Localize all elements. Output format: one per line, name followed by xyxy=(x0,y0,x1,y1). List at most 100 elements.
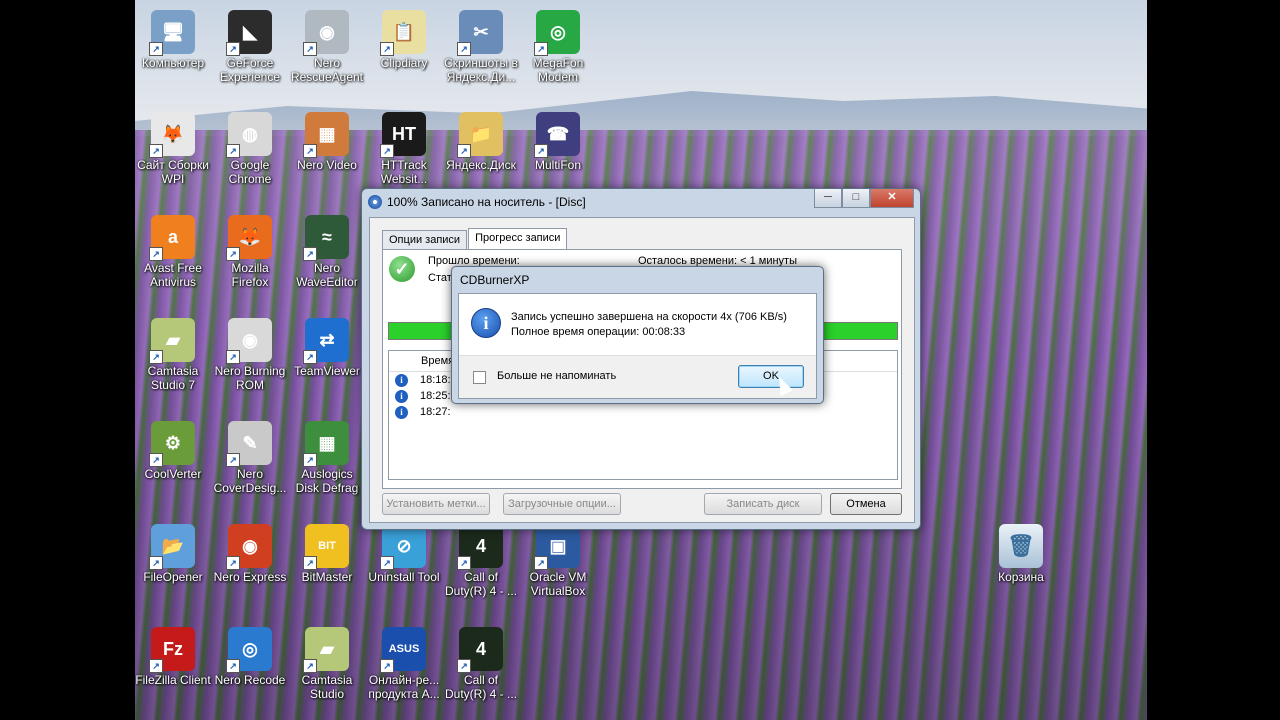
completion-dialog[interactable]: CDBurnerXP i Запись успешно завершена на… xyxy=(451,266,824,404)
geforce-icon: ◣ ↗ xyxy=(226,10,272,56)
desktop-shortcut[interactable]: ⚙ ↗ CoolVerter xyxy=(135,415,211,481)
shortcut-label: HTTrack Websit... xyxy=(380,158,428,186)
shortcut-label: FileZilla Client xyxy=(135,673,211,687)
desktop-shortcut[interactable]: ◣ ↗ GeForce Experience xyxy=(212,4,288,84)
shortcut-arrow-icon: ↗ xyxy=(226,453,240,467)
desktop-shortcut[interactable]: 4 ↗ Call of Duty(R) 4 - ... xyxy=(443,518,519,598)
shortcut-label: Call of Duty(R) 4 - ... xyxy=(444,570,517,598)
desktop-shortcut[interactable]: ASUS ↗ Онлайн-ре... продукта A... xyxy=(366,621,442,701)
shortcut-arrow-icon: ↗ xyxy=(226,350,240,364)
minimize-button[interactable]: ─ xyxy=(814,189,842,208)
dont-remind-checkbox[interactable] xyxy=(473,371,486,384)
desktop-shortcut[interactable]: 📂 ↗ FileOpener xyxy=(135,518,211,584)
desktop-shortcut[interactable]: a ↗ Avast Free Antivirus xyxy=(135,209,211,289)
desktop-shortcut[interactable]: ▰ ↗ Camtasia Studio 7 xyxy=(135,312,211,392)
desktop-shortcut[interactable]: 4 ↗ Call of Duty(R) 4 - ... xyxy=(443,621,519,701)
set-labels-button[interactable]: Установить метки... xyxy=(382,493,490,515)
shortcut-label: CoolVerter xyxy=(144,467,202,481)
shortcut-label: MegaFon Modem xyxy=(532,56,584,84)
desktop-shortcut[interactable]: ☎ ↗ MultiFon xyxy=(520,106,596,172)
desktop-shortcut[interactable]: BIT ↗ BitMaster xyxy=(289,518,365,584)
shortcut-arrow-icon: ↗ xyxy=(149,453,163,467)
desktop-shortcut[interactable]: 🦊 ↗ Mozilla Firefox xyxy=(212,209,288,289)
coolverter-icon: ⚙ ↗ xyxy=(149,421,195,467)
desktop-shortcut[interactable]: ✂ ↗ Скриншоты в Яндекс.Ди... xyxy=(443,4,519,84)
dont-remind-label[interactable]: Больше не напоминать xyxy=(497,370,616,382)
shortcut-label: Сайт Сборки WPI xyxy=(137,158,209,186)
desktop-shortcut[interactable]: ◎ ↗ Nero Recode xyxy=(212,621,288,687)
status-label: Стат xyxy=(428,272,452,284)
shortcut-arrow-icon: ↗ xyxy=(149,144,163,158)
desktop-shortcut[interactable]: ◉ ↗ Nero RescueAgent xyxy=(289,4,365,84)
shortcut-arrow-icon: ↗ xyxy=(226,144,240,158)
bitmaster-icon: BIT ↗ xyxy=(303,524,349,570)
shortcut-label: Camtasia Studio 7 xyxy=(147,364,199,392)
recycle-bin-icon: 🗑 xyxy=(999,524,1043,568)
shortcut-arrow-icon: ↗ xyxy=(303,144,317,158)
desktop-shortcut[interactable]: 🦊 ↗ Сайт Сборки WPI xyxy=(135,106,211,186)
desktop-shortcut[interactable]: ▦ ↗ Nero Video xyxy=(289,106,365,172)
window-title: 100% Записано на носитель - [Disc] xyxy=(387,195,586,209)
close-button[interactable]: ✕ xyxy=(870,189,914,208)
shortcut-arrow-icon: ↗ xyxy=(303,247,317,261)
camtasia-icon: ▰ ↗ xyxy=(149,318,195,364)
shortcut-arrow-icon: ↗ xyxy=(149,556,163,570)
shortcut-label: Nero Burning ROM xyxy=(214,364,286,392)
shortcut-label: MultiFon xyxy=(534,158,581,172)
shortcut-arrow-icon: ↗ xyxy=(226,659,240,673)
desktop-shortcut[interactable]: ≈ ↗ Nero WaveEditor xyxy=(289,209,365,289)
shortcut-arrow-icon: ↗ xyxy=(457,42,471,56)
shortcut-label: Mozilla Firefox xyxy=(231,261,269,289)
yandex-screenshot-icon: ✂ ↗ xyxy=(457,10,503,56)
desktop-shortcut[interactable]: ◎ ↗ MegaFon Modem xyxy=(520,4,596,84)
cod4-icon: 4 ↗ xyxy=(457,524,503,570)
asus-icon: ASUS ↗ xyxy=(380,627,426,673)
shortcut-arrow-icon: ↗ xyxy=(149,659,163,673)
desktop-shortcut[interactable]: ▣ ↗ Oracle VM VirtualBox xyxy=(520,518,596,598)
cancel-button[interactable]: Отмена xyxy=(830,493,902,515)
desktop-shortcut[interactable]: Fz ↗ FileZilla Client xyxy=(135,621,211,687)
nero-burning-icon: ◉ ↗ xyxy=(226,318,272,364)
shortcut-label: Avast Free Antivirus xyxy=(144,261,202,289)
checkmark-icon: ✓ xyxy=(389,256,415,282)
shortcut-label: Camtasia Studio xyxy=(301,673,353,701)
shortcut-arrow-icon: ↗ xyxy=(534,144,548,158)
shortcut-arrow-icon: ↗ xyxy=(226,42,240,56)
ok-button[interactable]: OK xyxy=(738,365,804,388)
boot-options-button[interactable]: Загрузочные опции... xyxy=(503,493,621,515)
shortcut-label: Uninstall Tool xyxy=(368,570,440,584)
desktop-shortcut[interactable]: ✎ ↗ Nero CoverDesig... xyxy=(212,415,288,495)
desktop-shortcut[interactable]: ◉ ↗ Nero Express xyxy=(212,518,288,584)
desktop-shortcut[interactable]: ◍ ↗ Google Chrome xyxy=(212,106,288,186)
shortcut-arrow-icon: ↗ xyxy=(380,659,394,673)
shortcut-label: Яндекс.Диск xyxy=(446,158,516,172)
shortcut-label: Clipdiary xyxy=(380,56,428,70)
shortcut-label: Nero Recode xyxy=(214,673,286,687)
desktop-shortcut[interactable]: 📋 ↗ Clipdiary xyxy=(366,4,442,70)
desktop-shortcut[interactable]: HT ↗ HTTrack Websit... xyxy=(366,106,442,186)
shortcut-arrow-icon: ↗ xyxy=(226,556,240,570)
tab-burn-options[interactable]: Опции записи xyxy=(382,230,468,251)
filezilla-icon: Fz ↗ xyxy=(149,627,195,673)
burn-disc-button[interactable]: Записать диск xyxy=(704,493,822,515)
info-icon: i xyxy=(471,308,501,338)
shortcut-arrow-icon: ↗ xyxy=(534,556,548,570)
desktop-shortcut[interactable]: ▰ ↗ Camtasia Studio xyxy=(289,621,365,701)
recycle-bin-label: Корзина xyxy=(998,570,1044,584)
uninstall-icon: ⊘ ↗ xyxy=(380,524,426,570)
desktop-shortcut[interactable]: 🖥 ↗ Компьютер xyxy=(135,4,211,70)
megafon-icon: ◎ ↗ xyxy=(534,10,580,56)
desktop-shortcut[interactable]: ⇄ ↗ TeamViewer xyxy=(289,312,365,378)
dialog-body: i Запись успешно завершена на скорости 4… xyxy=(458,293,817,399)
shortcut-label: FileOpener xyxy=(143,570,203,584)
tab-burn-progress[interactable]: Прогресс записи xyxy=(468,228,568,249)
desktop-shortcut[interactable]: 📁 ↗ Яндекс.Диск xyxy=(443,106,519,172)
shortcut-label: Онлайн-ре... продукта A... xyxy=(368,673,440,701)
maximize-button[interactable]: □ xyxy=(842,189,870,208)
virtualbox-icon: ▣ ↗ xyxy=(534,524,580,570)
avast-icon: a ↗ xyxy=(149,215,195,261)
computer-icon: 🖥 ↗ xyxy=(149,10,195,56)
recycle-bin[interactable]: 🗑 Корзина xyxy=(983,518,1059,584)
desktop-shortcut[interactable]: ▦ ↗ Auslogics Disk Defrag xyxy=(289,415,365,495)
desktop-shortcut[interactable]: ◉ ↗ Nero Burning ROM xyxy=(212,312,288,392)
